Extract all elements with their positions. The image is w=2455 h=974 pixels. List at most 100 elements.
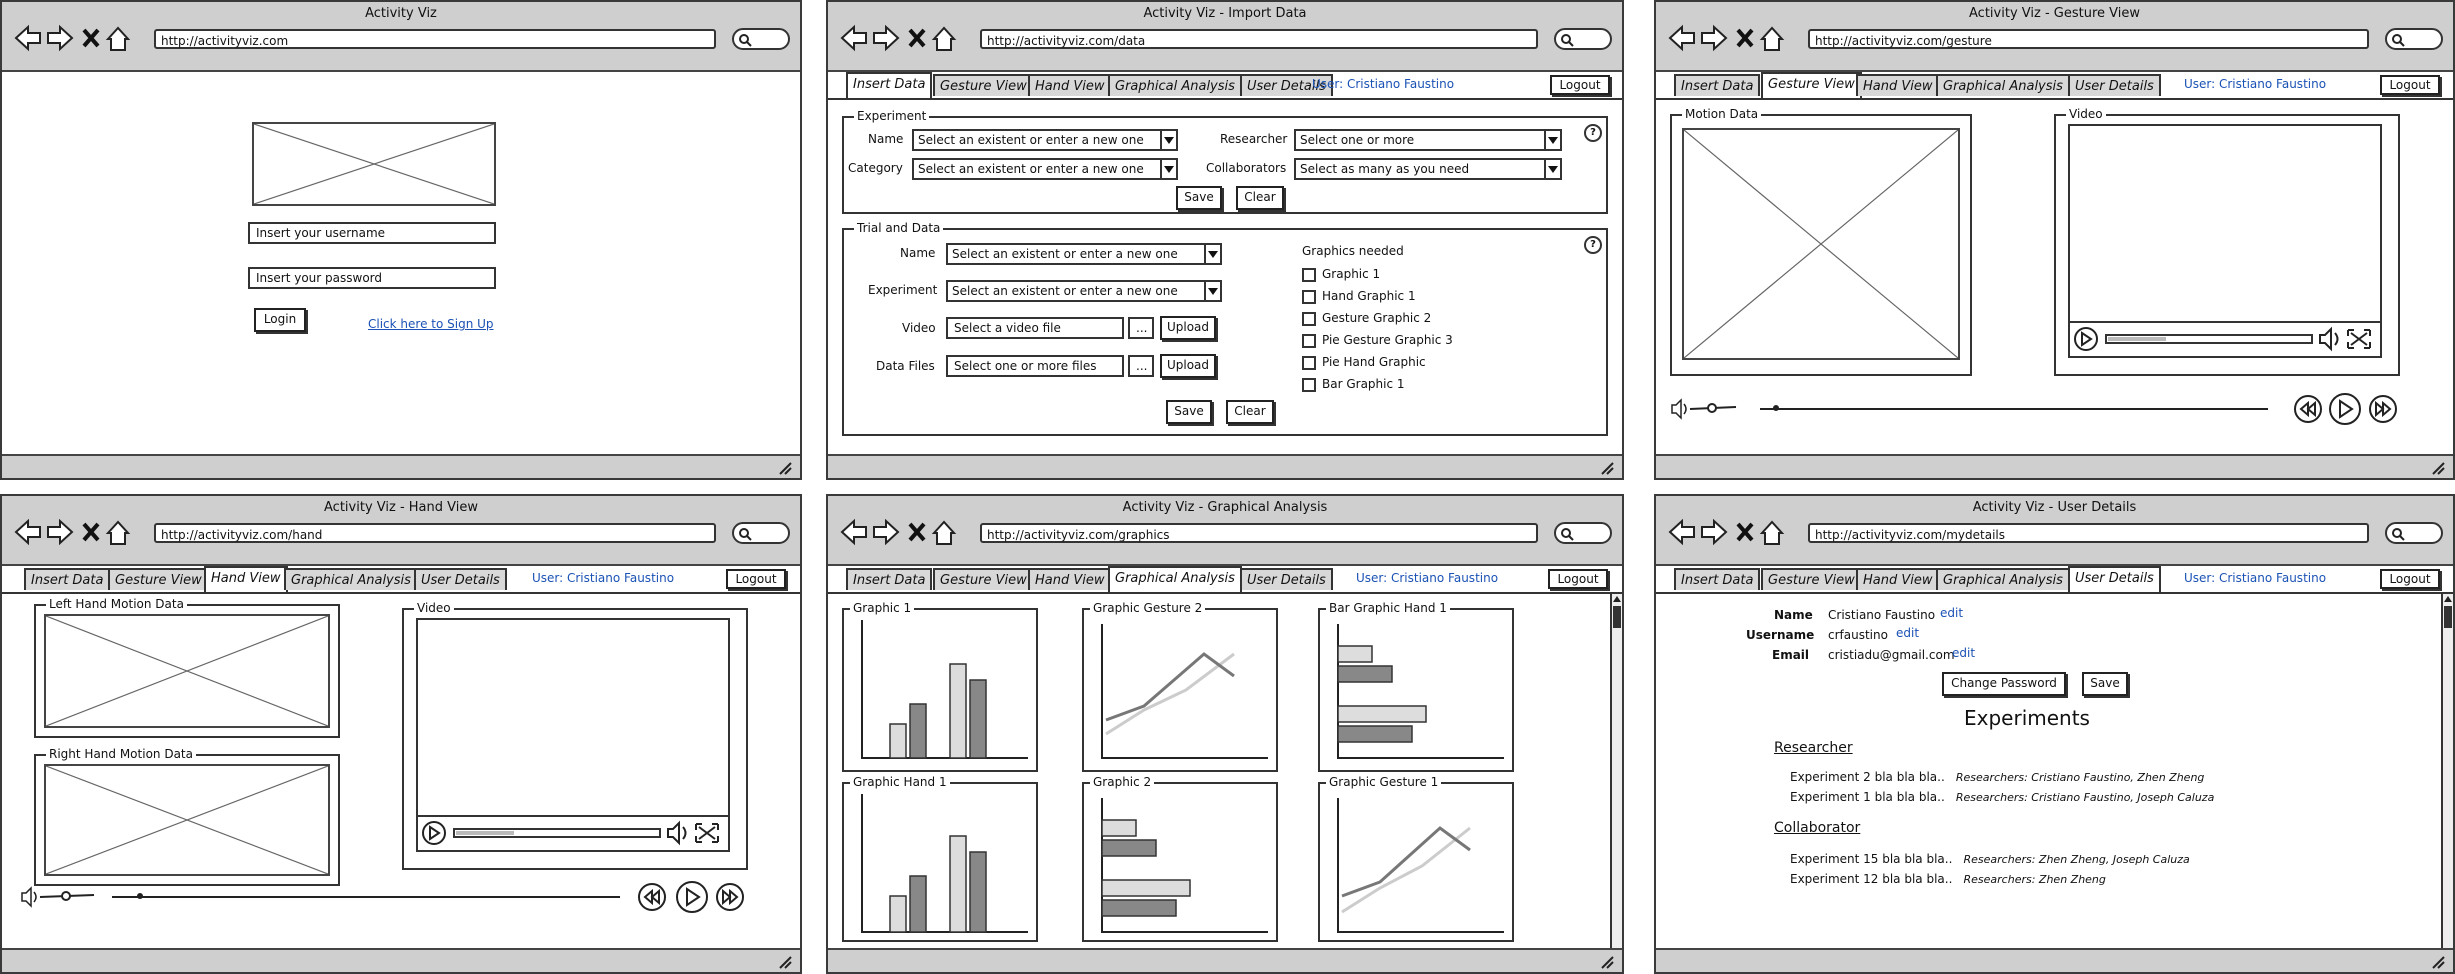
home-icon[interactable] (931, 520, 957, 545)
volume-icon[interactable] (667, 820, 687, 846)
tab-gesture-view[interactable]: Gesture View (933, 568, 1034, 590)
forward-icon[interactable] (47, 24, 74, 52)
tab-user-details[interactable]: User Details (2068, 74, 2161, 96)
tab-graphical-analysis[interactable]: Graphical Analysis (1936, 568, 2070, 590)
trial-save-button[interactable]: Save (1166, 400, 1212, 424)
address-bar[interactable]: http://activityviz.com/mydetails (1808, 523, 2369, 543)
login-button[interactable]: Login (254, 308, 306, 332)
save-details-button[interactable]: Save (2082, 672, 2128, 696)
back-icon[interactable] (1668, 518, 1695, 546)
video-player[interactable] (2068, 124, 2382, 358)
stop-icon[interactable] (908, 28, 926, 48)
forward-icon[interactable] (1701, 518, 1728, 546)
researcher-select[interactable]: Select one or more (1294, 129, 1562, 151)
graphic-checkbox[interactable]: Gesture Graphic 2 (1302, 311, 1431, 326)
home-icon[interactable] (105, 26, 131, 51)
stop-icon[interactable] (82, 522, 100, 542)
volume-icon[interactable] (2319, 326, 2339, 352)
search-button[interactable] (1554, 28, 1612, 50)
experiment-category-select[interactable]: Select an existent or enter a new one (912, 158, 1178, 180)
datafiles-browse-button[interactable]: ... (1128, 355, 1154, 377)
signup-link[interactable]: Click here to Sign Up (368, 317, 494, 331)
logout-button[interactable]: Logout (2380, 569, 2440, 589)
tab-user-details[interactable]: User Details (2068, 566, 2161, 592)
change-password-button[interactable]: Change Password (1942, 672, 2066, 696)
trial-experiment-select[interactable]: Select an existent or enter a new one (946, 280, 1222, 302)
datafiles-upload-button[interactable]: Upload (1160, 354, 1216, 378)
forward-icon[interactable] (873, 518, 900, 546)
trial-name-select[interactable]: Select an existent or enter a new one (946, 243, 1222, 265)
play-icon[interactable] (676, 881, 708, 913)
volume-slider-knob[interactable] (1707, 403, 1717, 413)
fast-forward-icon[interactable] (716, 883, 744, 911)
list-item[interactable]: Experiment 12 bla bla bla.. Researchers:… (1790, 868, 2106, 887)
edit-email-link[interactable]: edit (1952, 646, 1975, 660)
search-button[interactable] (1554, 522, 1612, 544)
resize-grip-icon[interactable] (2431, 955, 2445, 969)
list-item[interactable]: Experiment 2 bla bla bla.. Researchers: … (1790, 766, 2204, 785)
graphic-checkbox[interactable]: Graphic 1 (1302, 267, 1380, 282)
tab-insert-data[interactable]: Insert Data (1674, 568, 1761, 590)
resize-grip-icon[interactable] (1600, 955, 1614, 969)
tab-hand-view[interactable]: Hand View (1856, 74, 1940, 96)
help-icon[interactable]: ? (1584, 124, 1602, 142)
home-icon[interactable] (105, 520, 131, 545)
tab-gesture-view[interactable]: Gesture View (933, 74, 1034, 96)
list-item[interactable]: Experiment 15 bla bla bla.. Researchers:… (1790, 848, 2190, 867)
play-icon[interactable] (2074, 327, 2098, 351)
address-bar[interactable]: http://activityviz.com/gesture (1808, 29, 2369, 49)
datafiles-field[interactable]: Select one or more files (946, 355, 1124, 377)
video-upload-button[interactable]: Upload (1160, 316, 1216, 340)
play-icon[interactable] (2329, 393, 2361, 425)
address-bar[interactable]: http://activityviz.com/data (980, 29, 1538, 49)
video-file-field[interactable]: Select a video file (946, 317, 1124, 339)
home-icon[interactable] (931, 26, 957, 51)
back-icon[interactable] (840, 24, 867, 52)
tab-insert-data[interactable]: Insert Data (24, 568, 111, 590)
tab-insert-data[interactable]: Insert Data (1674, 74, 1761, 96)
address-bar[interactable]: http://activityviz.com (154, 29, 716, 49)
trial-clear-button[interactable]: Clear (1226, 400, 1274, 424)
forward-icon[interactable] (873, 24, 900, 52)
fullscreen-icon[interactable] (2347, 329, 2371, 349)
vertical-scrollbar[interactable] (1610, 594, 1622, 948)
search-button[interactable] (732, 522, 790, 544)
tab-gesture-view[interactable]: Gesture View (1761, 568, 1862, 590)
edit-name-link[interactable]: edit (1940, 606, 1963, 620)
back-icon[interactable] (840, 518, 867, 546)
experiment-name-select[interactable]: Select an existent or enter a new one (912, 129, 1178, 151)
tab-graphical-analysis[interactable]: Graphical Analysis (1108, 74, 1242, 96)
tab-hand-view[interactable]: Hand View (204, 566, 288, 592)
logout-button[interactable]: Logout (726, 569, 786, 589)
tab-hand-view[interactable]: Hand View (1028, 74, 1112, 96)
video-player[interactable] (416, 618, 730, 852)
search-button[interactable] (2385, 28, 2443, 50)
address-bar[interactable]: http://activityviz.com/hand (154, 523, 716, 543)
video-browse-button[interactable]: ... (1128, 317, 1154, 339)
stop-icon[interactable] (82, 28, 100, 48)
search-button[interactable] (732, 28, 790, 50)
logout-button[interactable]: Logout (1548, 569, 1608, 589)
graphic-checkbox[interactable]: Bar Graphic 1 (1302, 377, 1405, 392)
tab-graphical-analysis[interactable]: Graphical Analysis (284, 568, 418, 590)
vertical-scrollbar[interactable] (2441, 594, 2453, 948)
address-bar[interactable]: http://activityviz.com/graphics (980, 523, 1538, 543)
back-icon[interactable] (14, 24, 41, 52)
resize-grip-icon[interactable] (778, 955, 792, 969)
back-icon[interactable] (1668, 24, 1695, 52)
stop-icon[interactable] (1736, 28, 1754, 48)
tab-graphical-analysis[interactable]: Graphical Analysis (1936, 74, 2070, 96)
list-item[interactable]: Experiment 1 bla bla bla.. Researchers: … (1790, 786, 2214, 805)
graphic-checkbox[interactable]: Pie Hand Graphic (1302, 355, 1426, 370)
home-icon[interactable] (1759, 26, 1785, 51)
forward-icon[interactable] (47, 518, 74, 546)
experiment-clear-button[interactable]: Clear (1236, 186, 1284, 210)
username-field[interactable]: Insert your username (248, 222, 496, 244)
resize-grip-icon[interactable] (2431, 461, 2445, 475)
rewind-icon[interactable] (638, 883, 666, 911)
tab-hand-view[interactable]: Hand View (1856, 568, 1940, 590)
collaborators-select[interactable]: Select as many as you need (1294, 158, 1562, 180)
tab-hand-view[interactable]: Hand View (1028, 568, 1112, 590)
edit-username-link[interactable]: edit (1896, 626, 1919, 640)
fast-forward-icon[interactable] (2369, 395, 2397, 423)
